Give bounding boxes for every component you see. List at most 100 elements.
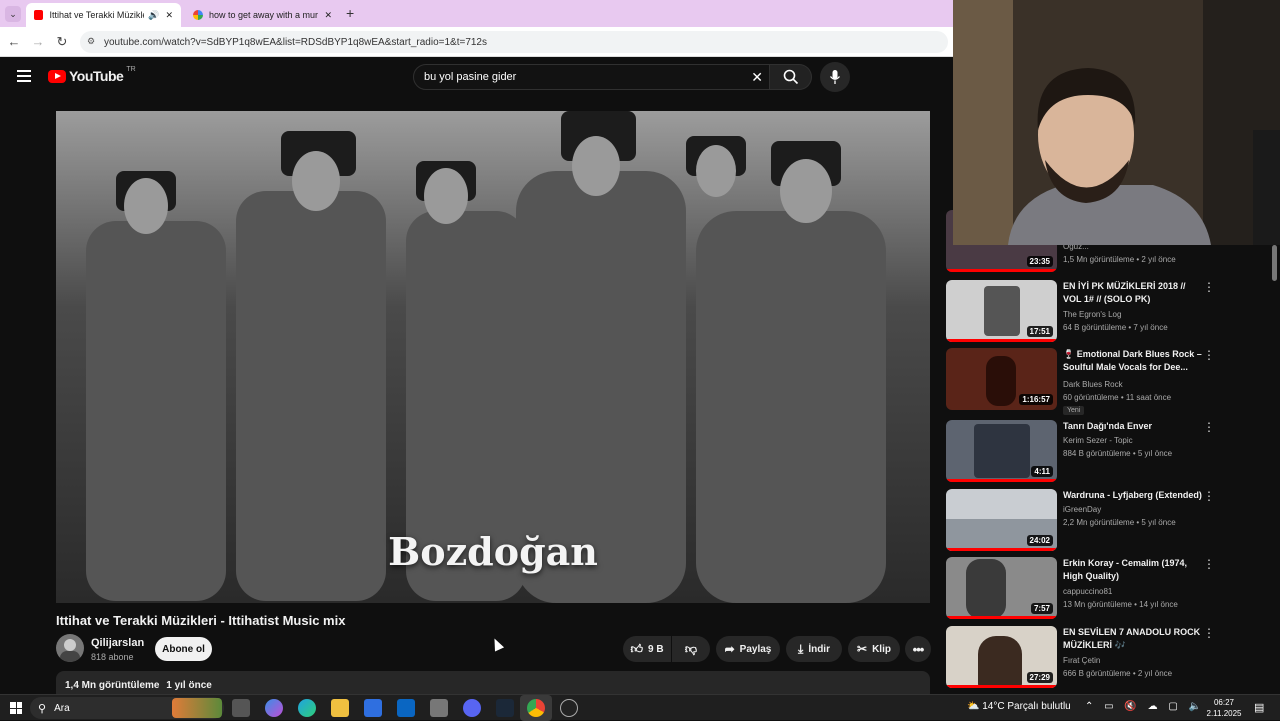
tab-close-icon[interactable]: ✕ [324, 10, 332, 21]
channel-name[interactable]: Qilijarslan [91, 637, 144, 649]
reload-icon[interactable]: ↻ [54, 34, 70, 50]
rec-channel[interactable]: cappuccino81 [1063, 587, 1112, 596]
obs-icon[interactable] [560, 699, 578, 717]
share-button[interactable]: ➦ Paylaş [716, 636, 780, 662]
clip-label: Klip [872, 643, 891, 655]
more-vertical-icon[interactable]: ⋮ [1203, 557, 1215, 571]
logo-text: YouTube [69, 68, 124, 84]
description-box[interactable]: 1,4 Mn görüntüleme 1 yıl önce [56, 671, 930, 694]
rec-title[interactable]: Tanrı Dağı'nda Enver [1063, 420, 1205, 433]
rec-title[interactable]: EN SEVİLEN 7 ANADOLU ROCK MÜZİKLERİ 🎶 [1063, 626, 1205, 652]
search-input[interactable]: bu yol pasine gider ✕ [413, 64, 770, 90]
taskbar-search[interactable]: ⚲ Ara [30, 697, 224, 719]
clear-search-icon[interactable]: ✕ [751, 69, 763, 86]
more-horizontal-icon: ••• [912, 641, 925, 657]
clock-time: 06:27 [1213, 698, 1235, 707]
youtube-logo[interactable]: YouTube TR [48, 66, 136, 84]
rec-channel[interactable]: Dark Blues Rock [1063, 380, 1123, 389]
system-tray-icons[interactable]: ⌃ ▭ 🔇 ☁ ▢ 🔈 [1085, 701, 1205, 712]
more-actions-button[interactable]: ••• [905, 636, 931, 662]
list-item[interactable]: 7:57 Erkin Koray - Cemalim (1974, High Q… [945, 557, 1280, 623]
rec-meta: 666 B görüntüleme • 2 yıl önce [1063, 669, 1173, 678]
search-button[interactable] [770, 64, 812, 90]
clip-button[interactable]: ✂ Klip [848, 636, 900, 662]
rec-title[interactable]: EN İYİ PK MÜZİKLERİ 2018 // VOL 1# // (S… [1063, 280, 1205, 306]
mouse-cursor-icon [489, 636, 505, 652]
video-thumbnail[interactable]: 27:29 [946, 626, 1057, 688]
video-thumbnail[interactable]: 1:16:57 [946, 348, 1057, 410]
rec-title[interactable]: 🍷 Emotional Dark Blues Rock – Soulful Ma… [1063, 348, 1205, 374]
more-vertical-icon[interactable]: ⋮ [1203, 420, 1215, 434]
weather-text: 14°C Parçalı bulutlu [982, 701, 1071, 712]
tab-youtube[interactable]: Ittihat ve Terakki Müzikleri 🔊 ✕ [26, 3, 181, 27]
thumbs-up-icon: 👍︎ [630, 641, 643, 656]
like-button[interactable]: 👍︎ 9 B [623, 636, 671, 662]
more-vertical-icon[interactable]: ⋮ [1203, 626, 1215, 640]
list-item[interactable]: 27:29 EN SEVİLEN 7 ANADOLU ROCK MÜZİKLER… [945, 626, 1280, 692]
tab-label: Ittihat ve Terakki Müzikleri [49, 10, 145, 20]
download-icon: ⤓ [798, 641, 804, 656]
dislike-button[interactable]: 👎︎ [672, 636, 710, 662]
rec-channel[interactable]: Fırat Çetin [1063, 656, 1100, 665]
view-count: 1,4 Mn görüntüleme [65, 680, 160, 691]
store-icon[interactable] [364, 699, 382, 717]
outlook-icon[interactable] [397, 699, 415, 717]
tab-list-chevron-icon[interactable]: ⌄ [5, 6, 21, 22]
file-explorer-icon[interactable] [331, 699, 349, 717]
steam-icon[interactable] [496, 699, 514, 717]
rec-channel[interactable]: The Egron's Log [1063, 310, 1121, 319]
video-thumbnail[interactable]: 24:02 [946, 489, 1057, 551]
weather-widget[interactable]: ⛅ 14°C Parçalı bulutlu [967, 701, 1071, 712]
youtube-page: YouTube TR bu yol pasine gider ✕ Bozdoğa… [0, 58, 953, 694]
windows-start-icon[interactable] [10, 702, 22, 714]
video-player[interactable]: Bozdoğan [56, 111, 930, 603]
video-duration: 4:11 [1031, 466, 1053, 477]
site-info-icon[interactable]: ⚙ [87, 36, 95, 47]
video-thumbnail[interactable]: 17:51 [946, 280, 1057, 342]
more-vertical-icon[interactable]: ⋮ [1203, 489, 1215, 503]
subscribe-button[interactable]: Abone ol [155, 637, 212, 661]
copilot-icon[interactable] [265, 699, 283, 717]
youtube-favicon-icon [34, 10, 44, 20]
tab-close-icon[interactable]: ✕ [165, 10, 173, 21]
watch-progress-bar [946, 339, 1057, 342]
rec-title[interactable]: Erkin Koray - Cemalim (1974, High Qualit… [1063, 557, 1205, 583]
back-icon[interactable]: ← [6, 34, 22, 49]
list-item[interactable]: 4:11 Tanrı Dağı'nda Enver Kerim Sezer - … [945, 420, 1280, 486]
rec-title[interactable]: Wardruna - Lyfjaberg (Extended) [1063, 489, 1205, 502]
task-view-icon[interactable] [232, 699, 250, 717]
video-overlay-title: Bozdoğan [388, 529, 598, 574]
rec-meta: 2,2 Mn görüntüleme • 5 yıl önce [1063, 518, 1176, 527]
download-button[interactable]: ⤓ İndir [786, 636, 842, 662]
video-thumbnail[interactable]: 7:57 [946, 557, 1057, 619]
rec-channel[interactable]: iGreenDay [1063, 505, 1101, 514]
more-vertical-icon[interactable]: ⋮ [1203, 348, 1215, 362]
upload-age: 1 yıl önce [166, 680, 212, 691]
webcam-image [953, 0, 1280, 245]
rec-channel[interactable]: Kerim Sezer - Topic [1063, 436, 1133, 445]
tab-google[interactable]: how to get away with a murder ✕ [185, 3, 340, 27]
video-duration: 24:02 [1026, 535, 1053, 546]
browser-toolbar: ← → ↻ ⚙ youtube.com/watch?v=SdBYP1q8wEA&… [0, 27, 953, 57]
channel-avatar[interactable] [56, 634, 84, 662]
video-thumbnail[interactable]: 4:11 [946, 420, 1057, 482]
search-query: bu yol pasine gider [424, 71, 517, 83]
taskbar-clock[interactable]: 06:27 2.11.2025 [1200, 697, 1248, 719]
sidebar-scrollbar[interactable] [1272, 245, 1277, 281]
audio-playing-icon[interactable]: 🔊 [148, 10, 159, 21]
photos-icon[interactable] [430, 699, 448, 717]
new-tab-button[interactable]: + [346, 5, 354, 21]
menu-icon[interactable] [17, 70, 31, 82]
more-vertical-icon[interactable]: ⋮ [1203, 280, 1215, 294]
forward-icon[interactable]: → [30, 34, 46, 49]
edge-icon[interactable] [298, 699, 316, 717]
voice-search-button[interactable] [820, 62, 850, 92]
list-item[interactable]: 1:16:57 🍷 Emotional Dark Blues Rock – So… [945, 348, 1280, 415]
address-bar[interactable]: ⚙ youtube.com/watch?v=SdBYP1q8wEA&list=R… [80, 31, 948, 53]
notifications-icon[interactable]: ▤ [1254, 701, 1264, 714]
tab-label: how to get away with a murder [208, 10, 319, 20]
list-item[interactable]: 17:51 EN İYİ PK MÜZİKLERİ 2018 // VOL 1#… [945, 280, 1280, 346]
chrome-icon[interactable] [527, 699, 545, 717]
discord-icon[interactable] [463, 699, 481, 717]
list-item[interactable]: 24:02 Wardruna - Lyfjaberg (Extended) iG… [945, 489, 1280, 555]
